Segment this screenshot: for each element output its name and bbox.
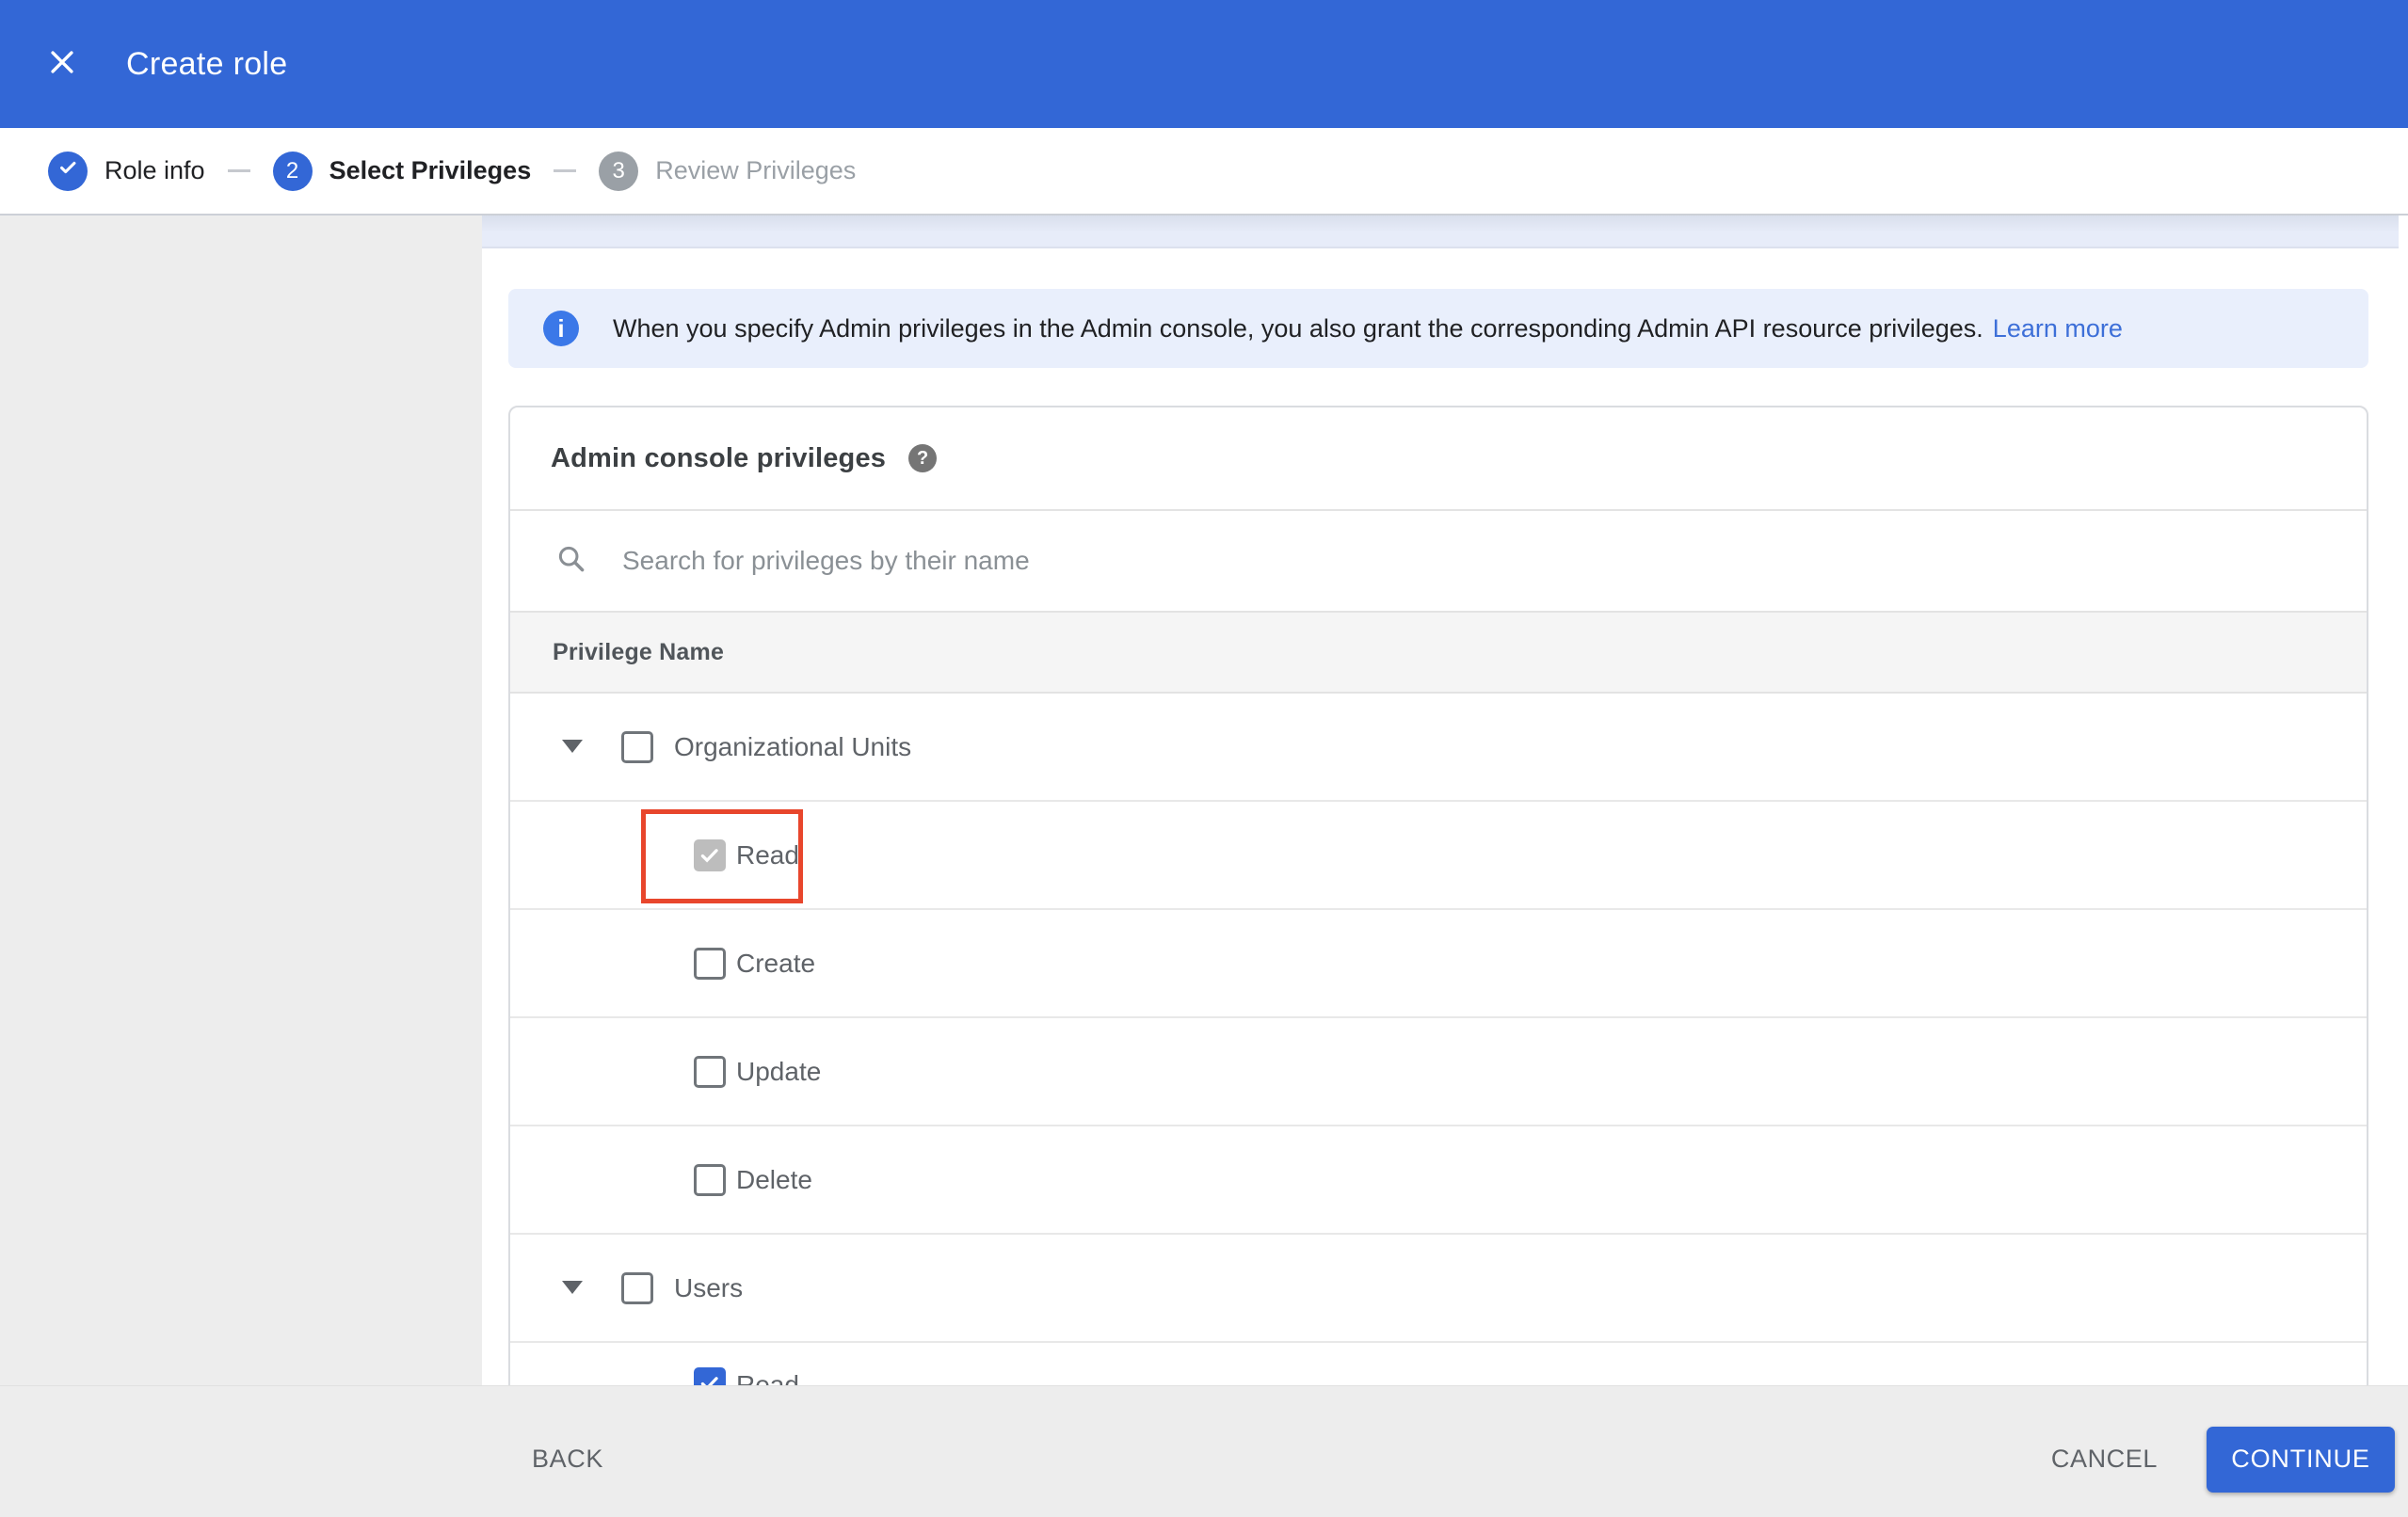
collapse-arrow-icon[interactable] xyxy=(562,739,583,753)
delete-checkbox[interactable] xyxy=(694,1163,726,1196)
step-2-circle: 2 xyxy=(272,151,313,191)
card-title: Admin console privileges xyxy=(551,442,887,473)
step-3-circle: 3 xyxy=(599,151,639,191)
privilege-label: Create xyxy=(736,948,816,978)
step-role-info[interactable]: Role info xyxy=(48,151,205,191)
step-select-privileges[interactable]: 2 Select Privileges xyxy=(272,151,532,191)
check-icon xyxy=(57,157,78,184)
collapse-arrow-icon[interactable] xyxy=(562,1280,583,1294)
privilege-label: Update xyxy=(736,1056,822,1086)
users-checkbox[interactable] xyxy=(621,1271,653,1304)
privilege-row-organizational-units: Organizational Units xyxy=(510,694,2367,802)
step-3-label: Review Privileges xyxy=(655,156,857,184)
create-role-dialog: Create role Role info 2 Select Privilege… xyxy=(0,0,2408,1517)
dialog-title: Create role xyxy=(126,45,288,82)
stepper: Role info 2 Select Privileges 3 Review P… xyxy=(0,128,2408,216)
privilege-label: Read xyxy=(736,839,799,870)
privilege-search-input[interactable] xyxy=(620,545,2130,577)
step-review-privileges[interactable]: 3 Review Privileges xyxy=(599,151,857,191)
app-bar: Create role xyxy=(0,0,2408,128)
privilege-row-delete: Delete xyxy=(510,1126,2367,1235)
scrolled-content-edge xyxy=(482,216,2399,248)
step-1-circle xyxy=(48,151,88,191)
continue-button[interactable]: CONTINUE xyxy=(2207,1426,2395,1493)
step-connector xyxy=(554,169,577,172)
help-icon[interactable]: ? xyxy=(908,444,938,472)
create-checkbox[interactable] xyxy=(694,947,726,980)
privilege-row-create: Create xyxy=(510,910,2367,1018)
privilege-row-read: Read xyxy=(510,802,2367,910)
info-icon: i xyxy=(543,311,579,346)
learn-more-link[interactable]: Learn more xyxy=(1993,314,2123,343)
card-header: Admin console privileges ? xyxy=(510,407,2367,511)
privilege-label: Users xyxy=(674,1272,744,1302)
cancel-button[interactable]: CANCEL xyxy=(2051,1445,2158,1474)
search-icon xyxy=(555,543,586,579)
info-banner-text: When you specify Admin privileges in the… xyxy=(613,313,1983,343)
privilege-row-update: Update xyxy=(510,1018,2367,1126)
info-banner: i When you specify Admin privileges in t… xyxy=(508,289,2368,368)
step-1-label: Role info xyxy=(104,156,205,184)
back-button[interactable]: BACK xyxy=(532,1445,603,1474)
step-connector xyxy=(227,169,250,172)
content-area: i When you specify Admin privileges in t… xyxy=(482,216,2408,1517)
privilege-label: Delete xyxy=(736,1164,812,1194)
read-checkbox[interactable] xyxy=(694,838,726,871)
update-checkbox[interactable] xyxy=(694,1055,726,1088)
privilege-label: Organizational Units xyxy=(674,731,912,761)
close-button[interactable] xyxy=(43,45,81,83)
close-icon xyxy=(46,46,78,83)
left-gutter xyxy=(0,216,482,1517)
step-2-label: Select Privileges xyxy=(329,156,532,184)
privilege-name-column-header: Privilege Name xyxy=(510,611,2367,694)
privilege-row-users: Users xyxy=(510,1235,2367,1343)
organizational-units-checkbox[interactable] xyxy=(621,730,653,763)
footer-bar: BACK CANCEL CONTINUE xyxy=(0,1385,2408,1517)
admin-console-privileges-card: Admin console privileges ? Privilege Nam… xyxy=(508,406,2368,1517)
privilege-search-row xyxy=(510,511,2367,611)
